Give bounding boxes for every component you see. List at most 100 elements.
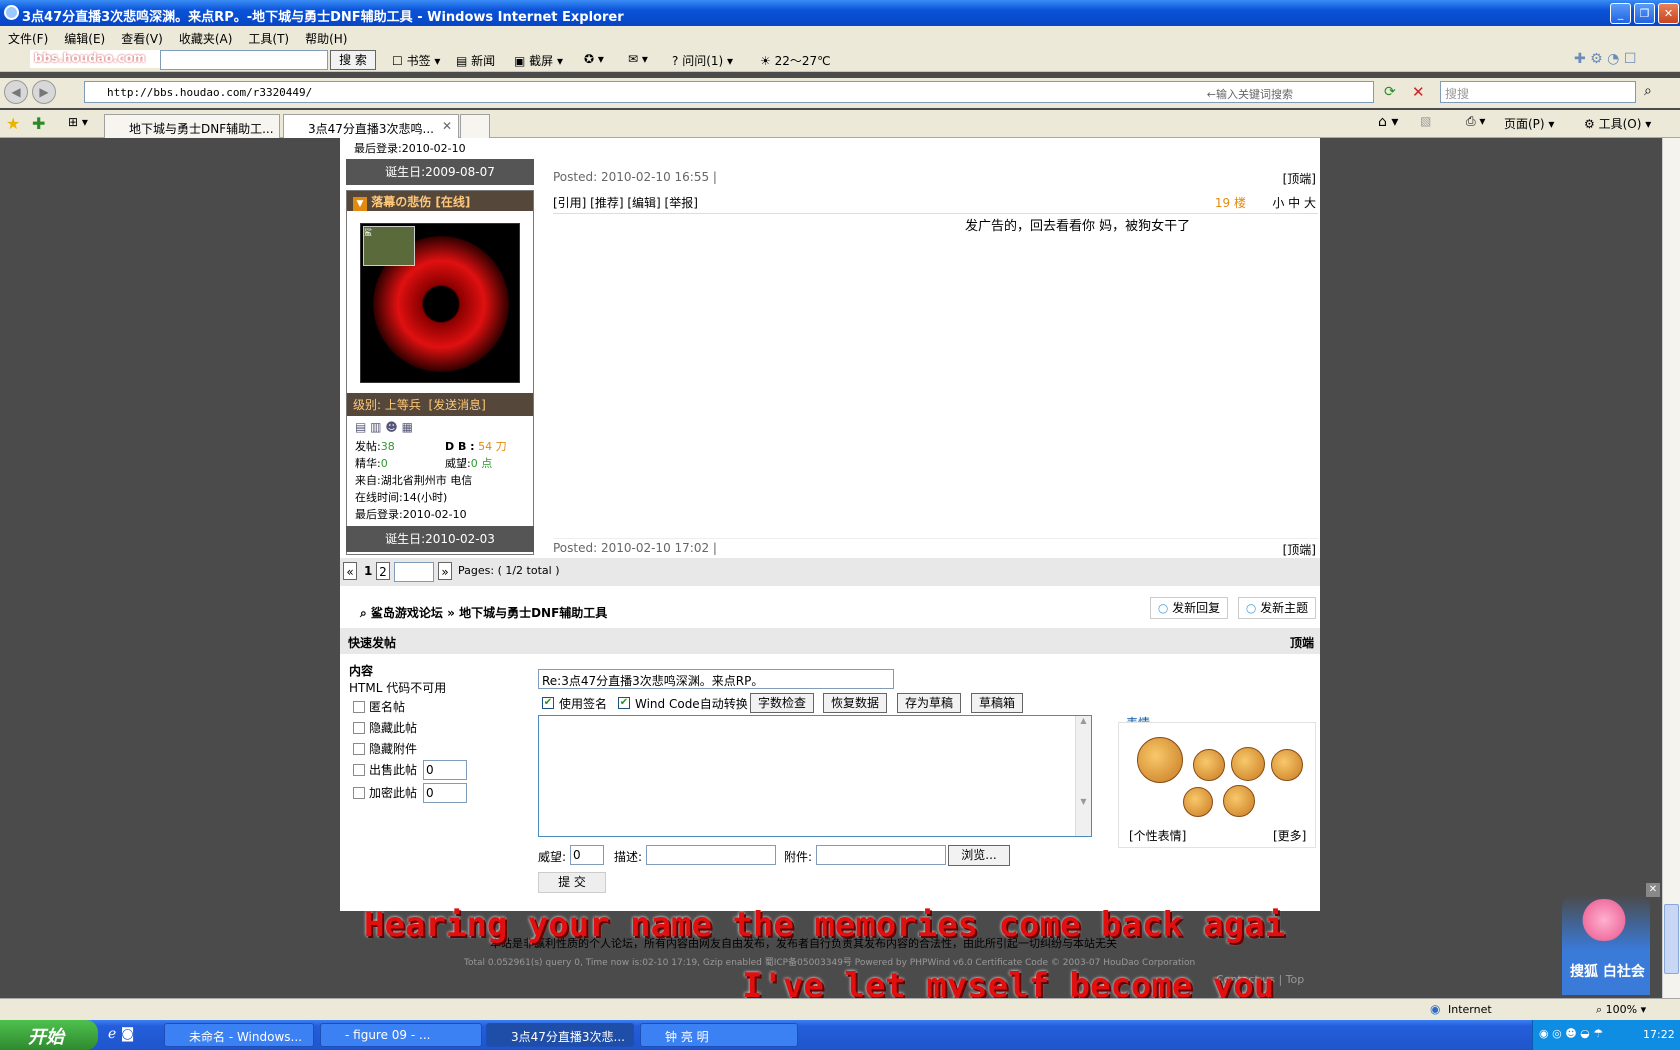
personal-emoticons-link[interactable]: [个性表情] [1129, 827, 1186, 844]
mail-icon[interactable]: ✉ ▾ [628, 52, 648, 66]
toolbar-search-button[interactable]: 搜 索 [330, 50, 376, 70]
quick-top-link[interactable]: 顶端 [1290, 634, 1314, 651]
tab-forum[interactable]: 地下城与勇士DNF辅助工... [104, 114, 280, 138]
search-icon[interactable]: ⌕ [1644, 83, 1652, 99]
menu-bar: 文件(F) 编辑(E) 查看(V) 收藏夹(A) 工具(T) 帮助(H) [0, 26, 1680, 48]
use-signature-checkbox[interactable]: ✔ [542, 697, 554, 709]
drafts-button[interactable]: 草稿箱 [971, 693, 1023, 713]
monkey-emoticon-6[interactable] [1223, 785, 1255, 817]
toolbar-search-input[interactable] [160, 50, 328, 70]
menu-tools[interactable]: 工具(T) [240, 26, 297, 47]
monkey-emoticon-3[interactable] [1231, 747, 1265, 781]
pager-page-2[interactable]: 2 [376, 562, 390, 580]
start-button[interactable]: 开始 [0, 1020, 98, 1050]
hide-post-checkbox[interactable] [353, 722, 365, 734]
encrypt-input[interactable]: 0 [423, 783, 467, 803]
scroll-thumb[interactable] [1664, 904, 1679, 974]
task-paint[interactable]: 未命名 - Windows... [164, 1023, 314, 1047]
username[interactable]: 落幕の悲伤 [371, 195, 431, 209]
font-size-links[interactable]: 小 中 大 [1272, 194, 1316, 211]
new-topic-button[interactable]: ○ 发新主题 [1238, 597, 1316, 619]
task-folder[interactable]: 钟 亮 明 [640, 1023, 798, 1047]
pager-first[interactable]: « [343, 562, 357, 580]
news-button[interactable]: ▤ 新闻 [456, 52, 495, 69]
widget-close-icon[interactable]: ✕ [1646, 883, 1660, 897]
close-button[interactable]: ✕ [1658, 3, 1679, 24]
menu-favorites[interactable]: 收藏夹(A) [171, 26, 241, 47]
save-draft-button[interactable]: 存为草稿 [897, 693, 961, 713]
pager-page-1[interactable]: 1 [364, 564, 372, 578]
hide-attach-checkbox[interactable] [353, 743, 365, 755]
sell-checkbox[interactable] [353, 764, 365, 776]
weather-widget[interactable]: ☀ 22～27℃ [760, 52, 831, 69]
minimize-button[interactable]: _ [1610, 3, 1631, 24]
maximize-button[interactable]: ❐ [1634, 3, 1655, 24]
refresh-button[interactable]: ⟳ [1384, 84, 1396, 100]
subject-input[interactable]: Re:3点47分直播3次悲鸣深渊。来点RP。 [538, 669, 894, 689]
feeds-icon[interactable]: ▧ [1420, 114, 1431, 128]
breadcrumb-forum[interactable]: 地下城与勇士DNF辅助工具 [459, 606, 607, 620]
more-emoticons-link[interactable]: [更多] [1273, 827, 1306, 844]
sohu-widget[interactable]: ✕ 搜狐 白社会 [1562, 883, 1660, 995]
search-toolbar: bbs.houdao.com 搜 索 ☐ 书签 ▾ ▤ 新闻 ▣ 截屏 ▾ ✪ … [0, 48, 1680, 72]
screenshot-button[interactable]: ▣ 截屏 ▾ [514, 52, 563, 69]
tray-icons[interactable]: ◉ ◎ ☻ ◒ ☂ [1539, 1027, 1603, 1040]
add-favorite-icon[interactable]: ✚ [32, 114, 45, 133]
pager-last[interactable]: » [438, 562, 452, 580]
send-message-link[interactable]: [发送消息] [429, 398, 486, 412]
content-textarea[interactable]: ▲ ▼ [538, 715, 1092, 837]
page-scrollbar[interactable] [1662, 138, 1680, 998]
post-header: [引用] [推荐] [编辑] [举报] 19 楼 小 中 大 [553, 194, 1318, 214]
pager-goto-input[interactable] [394, 562, 434, 582]
top-link-2[interactable]: [顶端] [1283, 541, 1316, 558]
url-input[interactable]: http://bbs.houdao.com/r3320449/ ←输入关键词搜索 [84, 81, 1374, 103]
bookmarks-button[interactable]: ☐ 书签 ▾ [392, 52, 440, 69]
stop-button[interactable]: ✕ [1412, 83, 1425, 101]
quick-launch-icons[interactable]: ℯ ◙ [108, 1026, 134, 1042]
menu-edit[interactable]: 编辑(E) [56, 26, 113, 47]
print-icon[interactable]: ⎙ ▾ [1466, 114, 1485, 129]
prestige-input[interactable]: 0 [570, 845, 604, 865]
menu-file[interactable]: 文件(F) [0, 26, 56, 47]
anon-checkbox[interactable] [353, 701, 365, 713]
new-reply-button[interactable]: ○ 发新回复 [1150, 597, 1228, 619]
home-icon[interactable]: ⌂ ▾ [1378, 114, 1398, 130]
submit-button[interactable]: 提 交 [538, 872, 606, 893]
forward-button[interactable]: ▶ [32, 80, 56, 104]
expand-icon[interactable]: ▼ [353, 197, 367, 211]
encrypt-checkbox[interactable] [353, 787, 365, 799]
monkey-emoticon-1[interactable] [1137, 737, 1183, 783]
browse-button[interactable]: 浏览... [948, 845, 1010, 866]
breadcrumb-home[interactable]: 鲨岛游戏论坛 [371, 606, 443, 620]
tab-close-icon[interactable]: ✕ [442, 119, 452, 133]
back-button[interactable]: ◀ [4, 80, 28, 104]
zoom-level[interactable]: ⌕ 100% ▾ [1596, 1003, 1646, 1017]
monkey-emoticon-4[interactable] [1271, 749, 1303, 781]
top-link[interactable]: [顶端] [1283, 170, 1316, 187]
windcode-checkbox[interactable]: ✔ [618, 697, 630, 709]
monkey-emoticon-2[interactable] [1193, 749, 1225, 781]
restore-data-button[interactable]: 恢复数据 [823, 693, 887, 713]
toolbar-right-icons[interactable]: ✚ ⚙ ◔ ☐ [1574, 51, 1636, 67]
textarea-scrollbar[interactable]: ▲ ▼ [1075, 716, 1091, 836]
task-ie[interactable]: 3点47分直播3次悲... [486, 1023, 634, 1047]
task-figure[interactable]: - figure 09 - ... [320, 1023, 482, 1047]
quick-tabs-icon[interactable]: ⊞ ▾ [68, 115, 88, 129]
sell-price-input[interactable]: 0 [423, 760, 467, 780]
ask-button[interactable]: ? 问问(1) ▾ [672, 52, 733, 69]
rating-icon[interactable]: ✪ ▾ [584, 52, 604, 66]
menu-help[interactable]: 帮助(H) [297, 26, 355, 47]
word-count-button[interactable]: 字数检查 [750, 693, 814, 713]
tools-menu[interactable]: ⚙ 工具(O) ▾ [1584, 115, 1651, 132]
page-menu[interactable]: 页面(P) ▾ [1504, 115, 1554, 132]
tab-current[interactable]: 3点47分直播3次悲鸣... ✕ [283, 114, 459, 138]
favorites-star-icon[interactable]: ★ [6, 114, 20, 133]
user-action-icons[interactable]: ▤ ▥ ☻ ▦ [347, 416, 533, 438]
menu-view[interactable]: 查看(V) [113, 26, 171, 47]
search-box[interactable]: 搜搜 [1440, 81, 1636, 103]
post-actions[interactable]: [引用] [推荐] [编辑] [举报] [553, 196, 698, 210]
attach-input[interactable] [816, 845, 946, 865]
monkey-emoticon-5[interactable] [1183, 787, 1213, 817]
desc-input[interactable] [646, 845, 776, 865]
new-tab-button[interactable] [460, 114, 490, 138]
